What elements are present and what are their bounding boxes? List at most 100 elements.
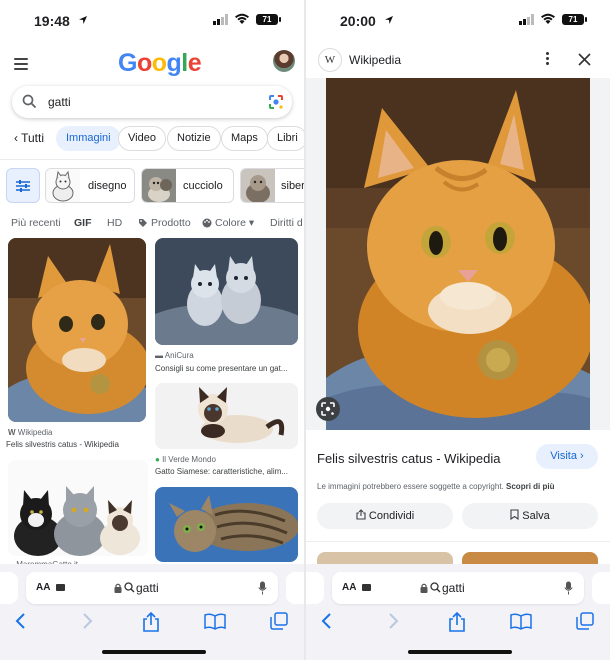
result-caption: Gatto Siamese: caratteristiche, alim...	[155, 467, 288, 476]
text-size-button[interactable]: AA	[342, 582, 356, 593]
google-lens-icon	[321, 402, 335, 416]
tabby-picture	[155, 487, 298, 562]
tab-all[interactable]: ‹ Tutti	[14, 131, 44, 145]
drawing-cat-thumbnail	[46, 169, 80, 202]
image-preview-screen: 20:00 71 W Wikipedia Felis silvestris ca…	[306, 0, 610, 660]
refine-rights[interactable]: Diritti d	[270, 217, 303, 229]
search-query: gatti	[48, 95, 71, 109]
divider	[306, 541, 610, 542]
address-text: gatti	[442, 581, 465, 595]
result-source: ● Il Verde Mondo	[155, 455, 216, 464]
siamese-picture	[155, 383, 298, 449]
bookmarks-icon[interactable]	[204, 612, 226, 630]
previous-tab-peek[interactable]	[0, 572, 18, 604]
siberian-cat-thumbnail	[241, 169, 275, 202]
address-bar[interactable]: AA gatti	[332, 572, 584, 604]
result-source: W Wikipedia	[8, 428, 53, 437]
more-vert-icon[interactable]	[542, 52, 552, 67]
battery-icon: 71	[256, 14, 281, 25]
sliders-icon	[16, 180, 30, 192]
mic-icon[interactable]	[258, 581, 267, 595]
filter-label: cucciolo	[183, 180, 223, 192]
next-tab-peek[interactable]	[286, 572, 304, 604]
share-icon[interactable]	[448, 612, 466, 632]
address-bar[interactable]: AA gatti	[26, 572, 278, 604]
result-image-tabby[interactable]	[155, 487, 298, 562]
result-caption: Felis silvestris catus - Wikipedia	[6, 440, 119, 449]
next-tab-peek[interactable]	[592, 572, 610, 604]
filter-disegno[interactable]: disegno	[45, 168, 135, 203]
share-icon[interactable]	[142, 612, 160, 632]
avatar[interactable]	[273, 50, 295, 72]
filter-siberiano[interactable]: siber	[240, 168, 304, 203]
refine-recent[interactable]: Più recenti	[11, 217, 61, 229]
result-image-orange-cat[interactable]	[8, 238, 146, 422]
safari-toolbar: AA gatti	[306, 564, 610, 660]
google-lens-button[interactable]	[316, 397, 340, 421]
image-backdrop	[590, 78, 610, 430]
battery-icon: 71	[562, 14, 587, 25]
forward-icon[interactable]	[386, 612, 400, 630]
tab-news[interactable]: Notizie	[167, 126, 221, 151]
extension-icon[interactable]	[362, 584, 371, 591]
filter-button[interactable]	[6, 168, 40, 203]
google-lens-icon[interactable]	[268, 94, 284, 110]
tab-maps[interactable]: Maps	[221, 126, 268, 151]
home-indicator	[408, 650, 512, 654]
learn-more-link[interactable]: Scopri di più	[506, 482, 554, 491]
text-size-button[interactable]: AA	[36, 582, 50, 593]
share-icon	[356, 509, 366, 520]
bookmarks-icon[interactable]	[510, 612, 532, 630]
refine-product[interactable]: Prodotto	[151, 217, 191, 229]
image-backdrop	[306, 78, 326, 430]
forward-icon[interactable]	[80, 612, 94, 630]
address-text: gatti	[136, 581, 159, 595]
previous-tab-peek[interactable]	[306, 572, 324, 604]
kittens-picture	[155, 238, 298, 345]
kitten-thumbnail	[142, 169, 176, 202]
location-arrow-icon	[79, 16, 87, 24]
share-button[interactable]: Condividi	[317, 503, 453, 529]
preview-image[interactable]	[326, 78, 594, 430]
result-image-siamese[interactable]	[155, 383, 298, 449]
tab-video[interactable]: Video	[118, 126, 166, 151]
refine-color[interactable]: Colore ▾	[215, 217, 254, 229]
three-cats-picture	[8, 460, 148, 556]
menu-icon[interactable]	[14, 58, 28, 70]
wifi-icon	[541, 13, 555, 24]
visit-button[interactable]: Visita ›	[536, 444, 598, 469]
tag-icon	[139, 219, 147, 227]
refine-gif[interactable]: GIF	[74, 217, 92, 229]
refine-hd[interactable]: HD	[107, 217, 122, 229]
back-icon[interactable]	[320, 612, 334, 630]
orange-cat-picture	[326, 78, 594, 430]
orange-cat-picture	[8, 238, 146, 422]
status-time: 19:48	[34, 13, 70, 29]
filter-label: siber	[281, 180, 304, 192]
lock-icon	[114, 583, 122, 593]
tab-images[interactable]: Immagini	[56, 126, 121, 151]
status-bar: 19:48 71	[0, 0, 304, 40]
tabs-icon[interactable]	[270, 612, 288, 630]
copyright-notice: Le immagini potrebbero essere soggette a…	[317, 482, 555, 491]
image-title[interactable]: Felis silvestris catus - Wikipedia	[317, 451, 501, 466]
home-indicator	[102, 650, 206, 654]
location-arrow-icon	[385, 16, 393, 24]
result-caption: Consigli su come presentare un gat...	[155, 364, 288, 373]
save-button[interactable]: Salva	[462, 503, 598, 529]
result-image-three-cats[interactable]	[8, 460, 148, 556]
search-tabs: ‹ Tutti Immagini Video Notizie Maps Libr…	[0, 126, 304, 152]
google-logo[interactable]: Google	[118, 49, 202, 78]
back-icon[interactable]	[14, 612, 28, 630]
result-image-kittens[interactable]	[155, 238, 298, 345]
extension-icon[interactable]	[56, 584, 65, 591]
site-title[interactable]: Wikipedia	[349, 53, 401, 67]
tab-books[interactable]: Libri	[267, 126, 304, 151]
filter-cucciolo[interactable]: cucciolo	[141, 168, 234, 203]
tabs-icon[interactable]	[576, 612, 594, 630]
signal-icon	[519, 14, 534, 25]
search-input[interactable]: gatti	[12, 86, 292, 118]
close-icon[interactable]	[578, 53, 591, 66]
mic-icon[interactable]	[564, 581, 573, 595]
status-bar: 20:00 71	[306, 0, 610, 40]
